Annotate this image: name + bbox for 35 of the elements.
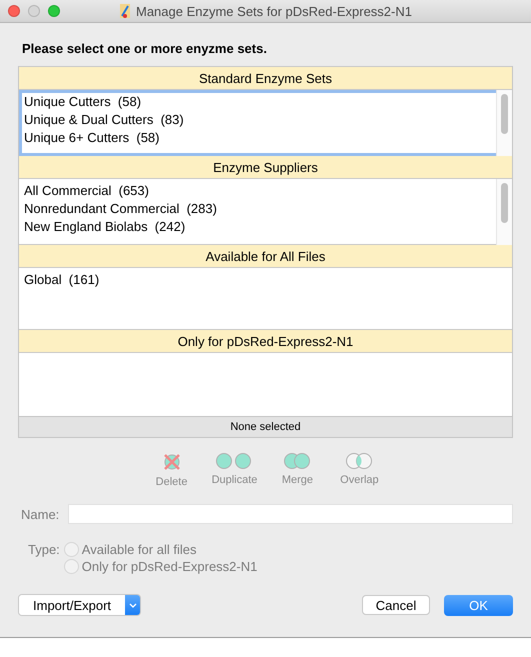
zoom-button[interactable] <box>48 5 60 17</box>
app-icon <box>118 3 131 19</box>
status-text: None selected <box>19 416 512 437</box>
set-list[interactable]: All Commercial (653) Nonredundant Commercial (283) New England Biolabs (242) <box>19 179 512 245</box>
cancel-button[interactable]: Cancel <box>362 595 430 615</box>
radio-label: Only for pDsRed-Express2-N1 <box>82 559 258 574</box>
set-list[interactable]: Unique Cutters (58) Unique & Dual Cutters (83) Unique 6+ Cutters (58) <box>19 90 512 156</box>
dropdown-button[interactable] <box>125 595 140 615</box>
section-header: Enzyme Suppliers <box>19 155 512 179</box>
delete-icon <box>162 452 182 472</box>
name-label: Name: <box>21 506 60 522</box>
close-button[interactable] <box>8 5 20 17</box>
chevron-down-icon <box>128 602 137 608</box>
instruction-text: Please select one or more enyzme sets. <box>22 41 268 56</box>
list-item[interactable]: All Commercial (653) <box>24 182 149 200</box>
two-circles-icon <box>215 452 254 470</box>
import-export-button[interactable]: Import/Export <box>19 595 126 615</box>
overlap-icon <box>344 452 374 470</box>
list-item[interactable]: New England Biolabs (242) <box>24 218 186 236</box>
section-header: Standard Enzyme Sets <box>19 66 512 90</box>
list-item[interactable]: Nonredundant Commercial (283) <box>24 200 217 218</box>
list-item[interactable]: Unique Cutters (58) <box>24 93 142 111</box>
list-item[interactable]: Unique 6+ Cutters (58) <box>24 129 160 147</box>
set-list[interactable]: Global (161) <box>19 268 512 330</box>
merge-icon <box>282 452 312 470</box>
window-title: Manage Enzyme Sets for pDsRed-Express2-N1 <box>136 4 412 18</box>
minimize-button[interactable] <box>28 5 40 17</box>
list-item[interactable]: Unique & Dual Cutters (83) <box>24 111 184 129</box>
scrollbar[interactable] <box>496 90 512 156</box>
type-label: Type: <box>28 542 60 559</box>
list-item[interactable]: Global (161) <box>24 271 100 289</box>
radio-label: Available for all files <box>82 542 196 557</box>
scrollbar[interactable] <box>496 179 512 245</box>
section-header: Available for All Files <box>19 244 512 268</box>
section-header: Only for pDsRed-Express2-N1 <box>19 329 512 353</box>
